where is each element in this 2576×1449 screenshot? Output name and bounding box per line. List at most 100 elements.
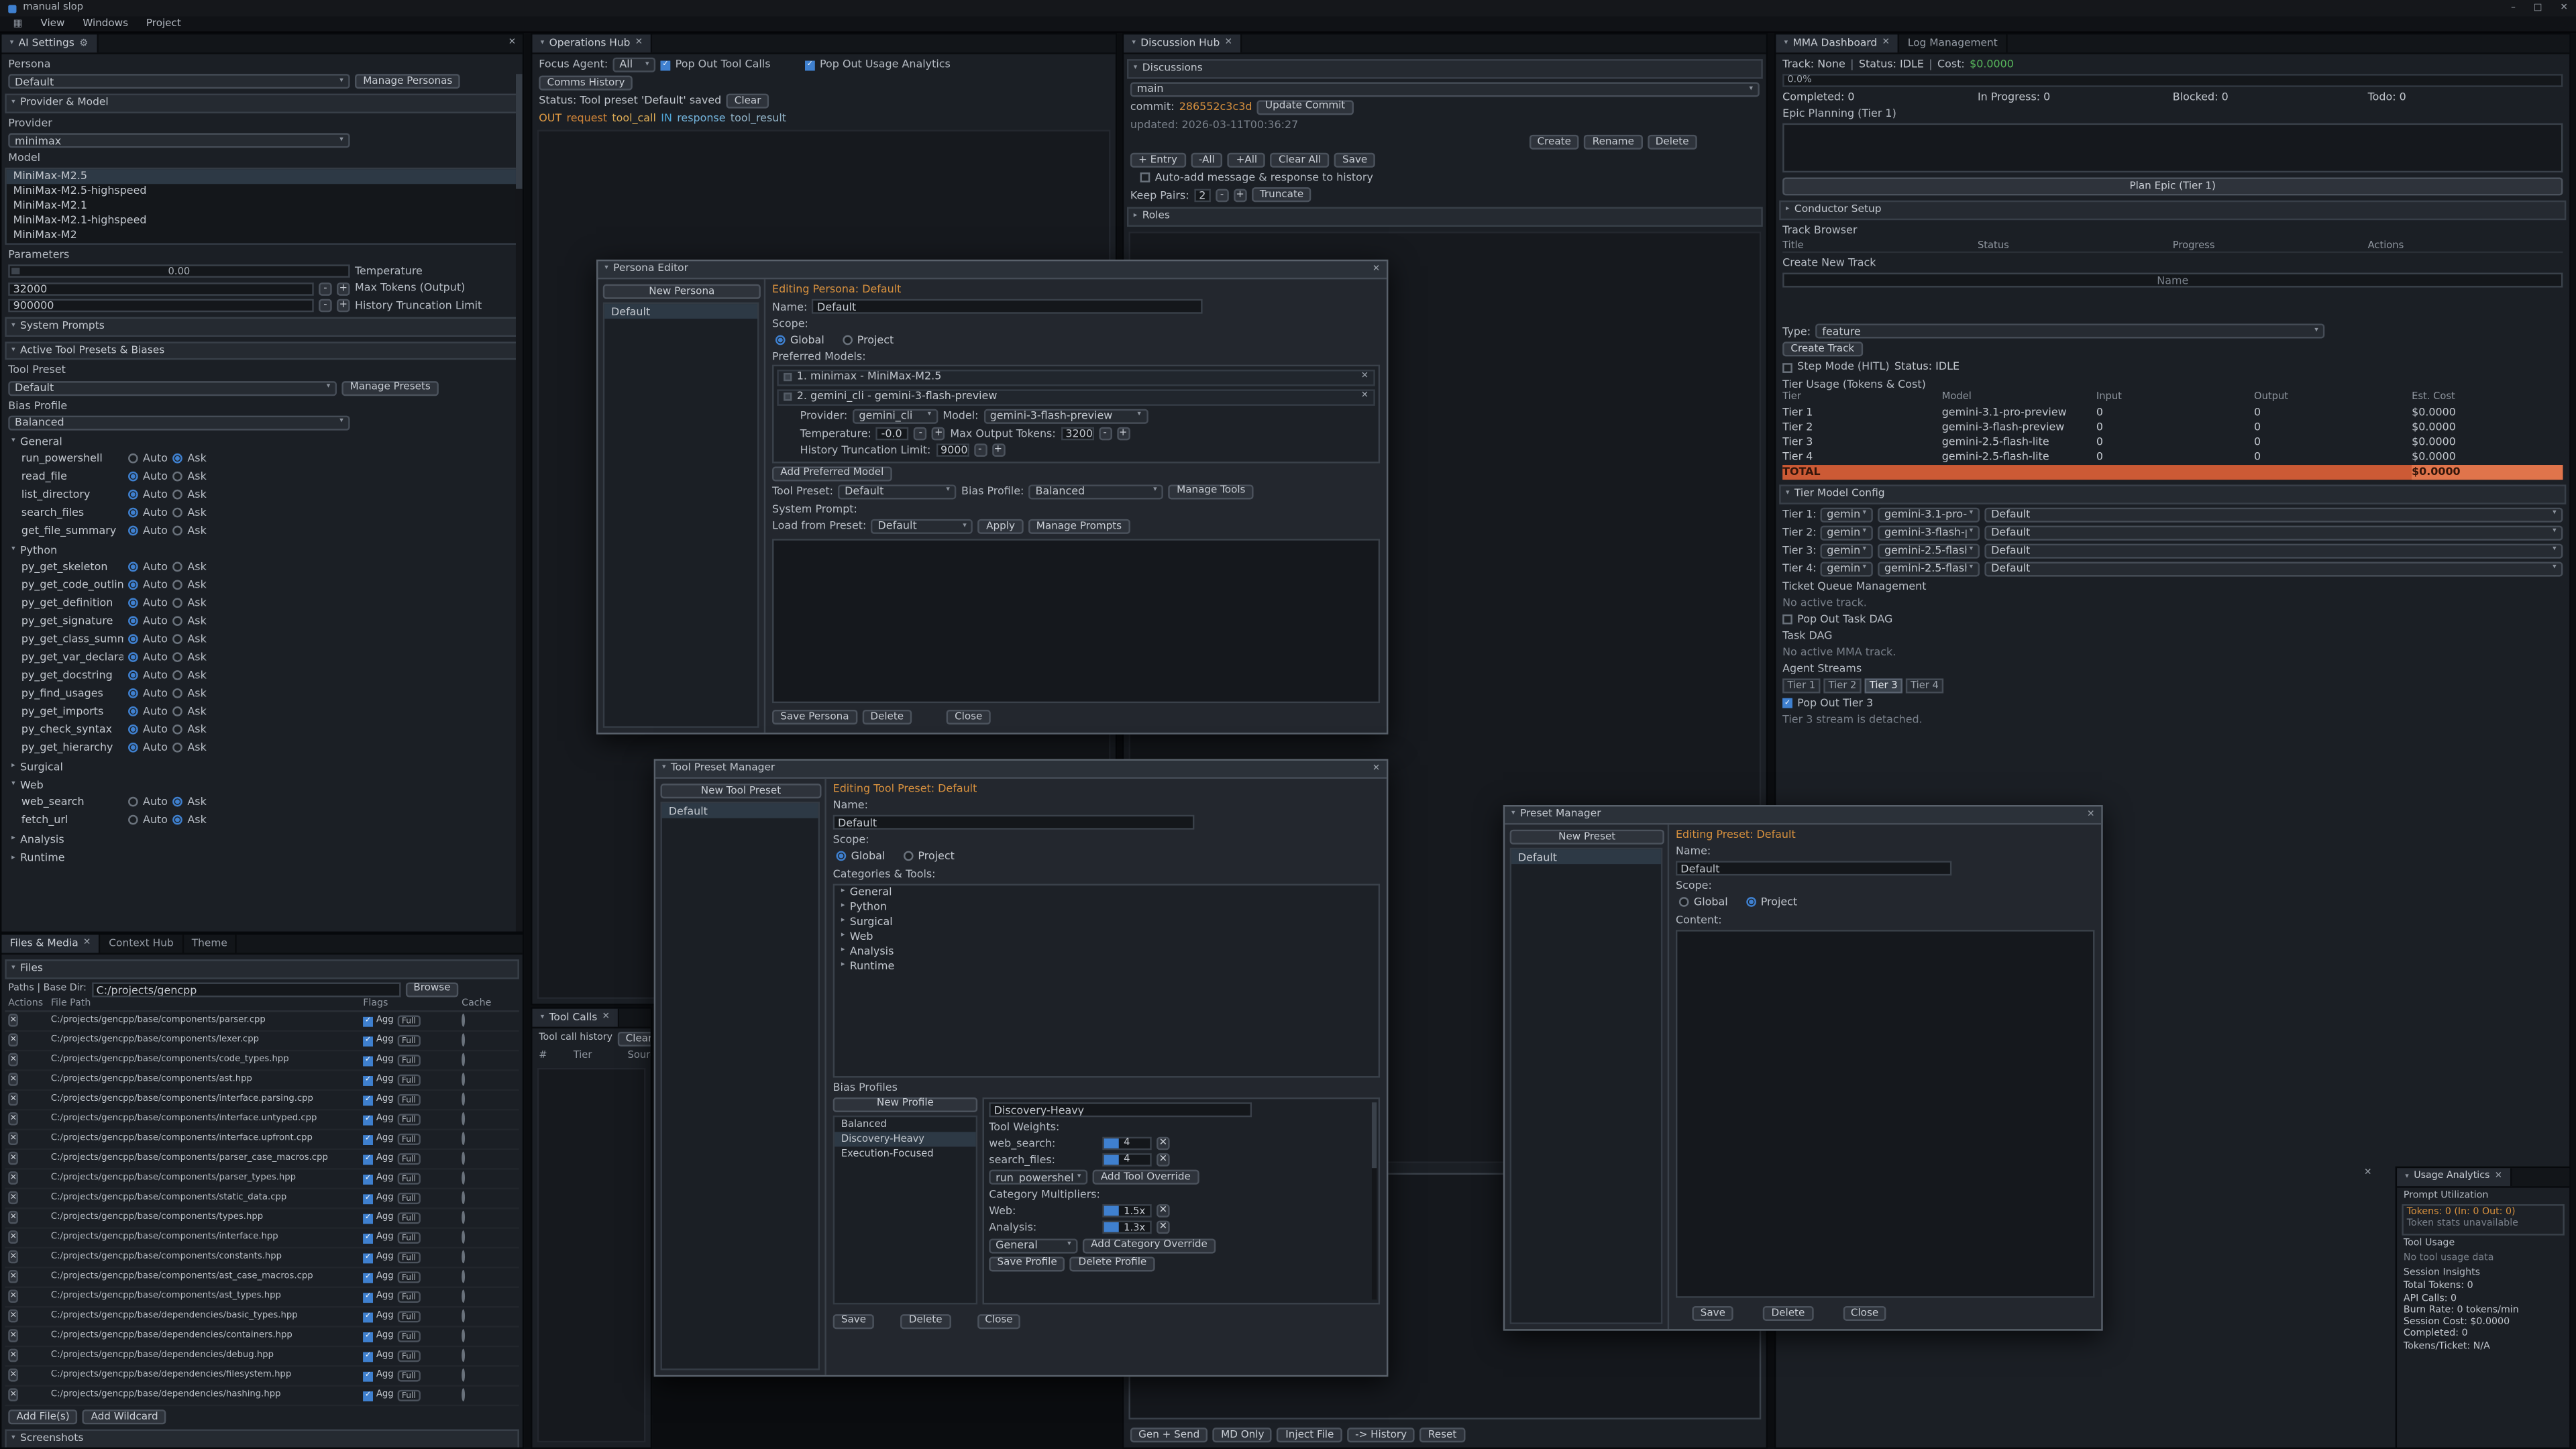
section-active-presets[interactable]: ▾Active Tool Presets & Biases bbox=[5, 341, 519, 360]
manage-tools-button[interactable]: Manage Tools bbox=[1169, 484, 1254, 499]
composer-action-button[interactable]: -> History bbox=[1347, 1428, 1415, 1442]
cache-indicator-icon[interactable] bbox=[462, 1191, 465, 1205]
tier-provider-select[interactable]: gemini▾ bbox=[1820, 543, 1872, 558]
agg-checkbox[interactable] bbox=[363, 1056, 373, 1066]
cache-indicator-icon[interactable] bbox=[462, 1112, 465, 1126]
comms-history-button[interactable]: Comms History bbox=[539, 76, 633, 91]
cache-indicator-icon[interactable] bbox=[462, 1349, 465, 1362]
menu-item[interactable]: Project bbox=[146, 17, 181, 30]
category-override-select[interactable]: General▾ bbox=[989, 1238, 1077, 1252]
ask-radio[interactable] bbox=[172, 798, 182, 808]
files-media-tab[interactable]: Theme ✕ bbox=[183, 934, 237, 953]
plan-epic-button[interactable]: Plan Epic (Tier 1) bbox=[1782, 178, 2563, 196]
history-limit-input[interactable]: 900000 bbox=[8, 299, 314, 312]
close-icon[interactable]: ✕ bbox=[1882, 38, 1890, 49]
section-conductor-setup[interactable]: ▸Conductor Setup bbox=[1779, 201, 2566, 221]
preset-content-input[interactable] bbox=[1676, 929, 2094, 1297]
weight-input[interactable]: 4 bbox=[1102, 1137, 1151, 1150]
stream-tier-tab[interactable]: Tier 4 bbox=[1906, 679, 1943, 694]
files-media-tab[interactable]: Context Hub ✕ bbox=[101, 934, 183, 953]
ask-radio[interactable] bbox=[172, 472, 182, 482]
ask-radio[interactable] bbox=[172, 671, 182, 681]
tier-model-select[interactable]: gemini-2.5-flash-lite▾ bbox=[1878, 561, 1980, 576]
tab-operations-hub[interactable]: ▾ Operations Hub ✕ bbox=[532, 34, 652, 52]
new-preset-button[interactable]: New Preset bbox=[1510, 830, 1664, 845]
weight-input[interactable]: 4 bbox=[1102, 1153, 1151, 1167]
preset-list-item[interactable]: Default bbox=[1511, 849, 1661, 864]
tab-usage-analytics[interactable]: ▾ Usage Analytics ✕ bbox=[2397, 1168, 2512, 1186]
persona-list-item[interactable]: Default bbox=[604, 304, 757, 319]
system-prompt-input[interactable] bbox=[772, 539, 1380, 703]
bias-profile-list-item[interactable]: Balanced bbox=[835, 1117, 976, 1132]
full-flag-chip[interactable]: Full bbox=[397, 1075, 421, 1086]
remove-file-button[interactable]: ✕ bbox=[8, 1290, 18, 1303]
remove-file-button[interactable]: ✕ bbox=[8, 1231, 18, 1244]
composer-action-button[interactable]: Inject File bbox=[1277, 1428, 1342, 1442]
close-dialog-button[interactable]: Close bbox=[1843, 1306, 1887, 1321]
temperature-input[interactable]: -0.0 bbox=[876, 427, 909, 440]
auto-radio[interactable] bbox=[128, 798, 138, 808]
category-tree-item[interactable]: ▸ General bbox=[835, 885, 1379, 900]
new-persona-button[interactable]: New Persona bbox=[603, 284, 761, 299]
agg-checkbox[interactable] bbox=[363, 1371, 373, 1381]
full-flag-chip[interactable]: Full bbox=[397, 1213, 421, 1224]
remove-file-button[interactable]: ✕ bbox=[8, 1152, 18, 1165]
remove-model-icon[interactable]: ✕ bbox=[1361, 391, 1368, 402]
full-flag-chip[interactable]: Full bbox=[397, 1232, 421, 1244]
tab-ai-settings[interactable]: ▾ AI Settings ⚙ bbox=[1, 34, 98, 52]
remove-file-button[interactable]: ✕ bbox=[8, 1271, 18, 1284]
category-tree-item[interactable]: ▸ Surgical bbox=[835, 914, 1379, 929]
manage-presets-button[interactable]: Manage Presets bbox=[341, 380, 439, 395]
temperature-slider[interactable]: 0.00 bbox=[8, 265, 350, 278]
persona-select[interactable]: Default▾ bbox=[8, 74, 350, 89]
add-category-override-button[interactable]: Add Category Override bbox=[1083, 1238, 1216, 1252]
multiplier-input[interactable]: 1.3x bbox=[1102, 1222, 1151, 1235]
scope-global-radio[interactable] bbox=[837, 852, 847, 862]
composer-action-button[interactable]: Reset bbox=[1420, 1428, 1465, 1442]
cache-indicator-icon[interactable] bbox=[462, 1369, 465, 1383]
agg-checkbox[interactable] bbox=[363, 1115, 373, 1125]
decrement-button[interactable]: - bbox=[1216, 189, 1229, 202]
rename-discussion-button[interactable]: Rename bbox=[1585, 135, 1643, 150]
cache-indicator-icon[interactable] bbox=[462, 1034, 465, 1047]
remove-file-button[interactable]: ✕ bbox=[8, 1073, 18, 1087]
truncate-button[interactable]: Truncate bbox=[1252, 187, 1312, 202]
pop-out-tier3-checkbox[interactable] bbox=[1782, 699, 1792, 709]
cache-indicator-icon[interactable] bbox=[462, 1014, 465, 1028]
decrement-button[interactable]: - bbox=[914, 427, 928, 440]
drag-handle-icon[interactable] bbox=[784, 373, 792, 381]
save-profile-button[interactable]: Save Profile bbox=[989, 1256, 1065, 1271]
auto-radio[interactable] bbox=[128, 472, 138, 482]
tier-prompt-preset-select[interactable]: Default▾ bbox=[1984, 507, 2563, 522]
agg-checkbox[interactable] bbox=[363, 1036, 373, 1046]
model-list-item[interactable]: MiniMax-M2.5 bbox=[7, 170, 518, 184]
cache-indicator-icon[interactable] bbox=[462, 1250, 465, 1264]
model-list-item[interactable]: MiniMax-M2.5-highspeed bbox=[7, 184, 518, 199]
persona-name-input[interactable]: Default bbox=[812, 299, 1203, 314]
entry-action-button[interactable]: -All bbox=[1191, 153, 1223, 168]
tab-tool-calls[interactable]: ▾ Tool Calls ✕ bbox=[532, 1009, 619, 1027]
auto-radio[interactable] bbox=[128, 526, 138, 536]
remove-file-button[interactable]: ✕ bbox=[8, 1093, 18, 1106]
auto-radio[interactable] bbox=[128, 616, 138, 627]
profile-name-input[interactable]: Discovery-Heavy bbox=[989, 1102, 1252, 1117]
increment-button[interactable]: + bbox=[1234, 189, 1247, 202]
bias-profile-select[interactable]: Balanced▾ bbox=[8, 415, 350, 430]
full-flag-chip[interactable]: Full bbox=[397, 1331, 421, 1342]
tool-group-python[interactable]: ▾Python bbox=[11, 543, 516, 557]
tier-provider-select[interactable]: gemini▾ bbox=[1820, 525, 1872, 540]
scrollbar-thumb[interactable] bbox=[516, 74, 523, 189]
ask-radio[interactable] bbox=[172, 562, 182, 572]
tier-prompt-preset-select[interactable]: Default▾ bbox=[1984, 543, 2563, 558]
ask-radio[interactable] bbox=[172, 508, 182, 518]
cache-indicator-icon[interactable] bbox=[462, 1053, 465, 1067]
minimize-icon[interactable]: – bbox=[2511, 3, 2516, 14]
discussion-branch-select[interactable]: main▾ bbox=[1130, 82, 1760, 97]
close-icon[interactable]: ✕ bbox=[2364, 1168, 2371, 1179]
bias-profile-list-item[interactable]: Execution-Focused bbox=[835, 1146, 976, 1161]
auto-radio[interactable] bbox=[128, 580, 138, 590]
pop-out-tool-calls-checkbox[interactable] bbox=[661, 60, 671, 70]
auto-radio[interactable] bbox=[128, 490, 138, 500]
ask-radio[interactable] bbox=[172, 653, 182, 663]
remove-file-button[interactable]: ✕ bbox=[8, 1172, 18, 1185]
